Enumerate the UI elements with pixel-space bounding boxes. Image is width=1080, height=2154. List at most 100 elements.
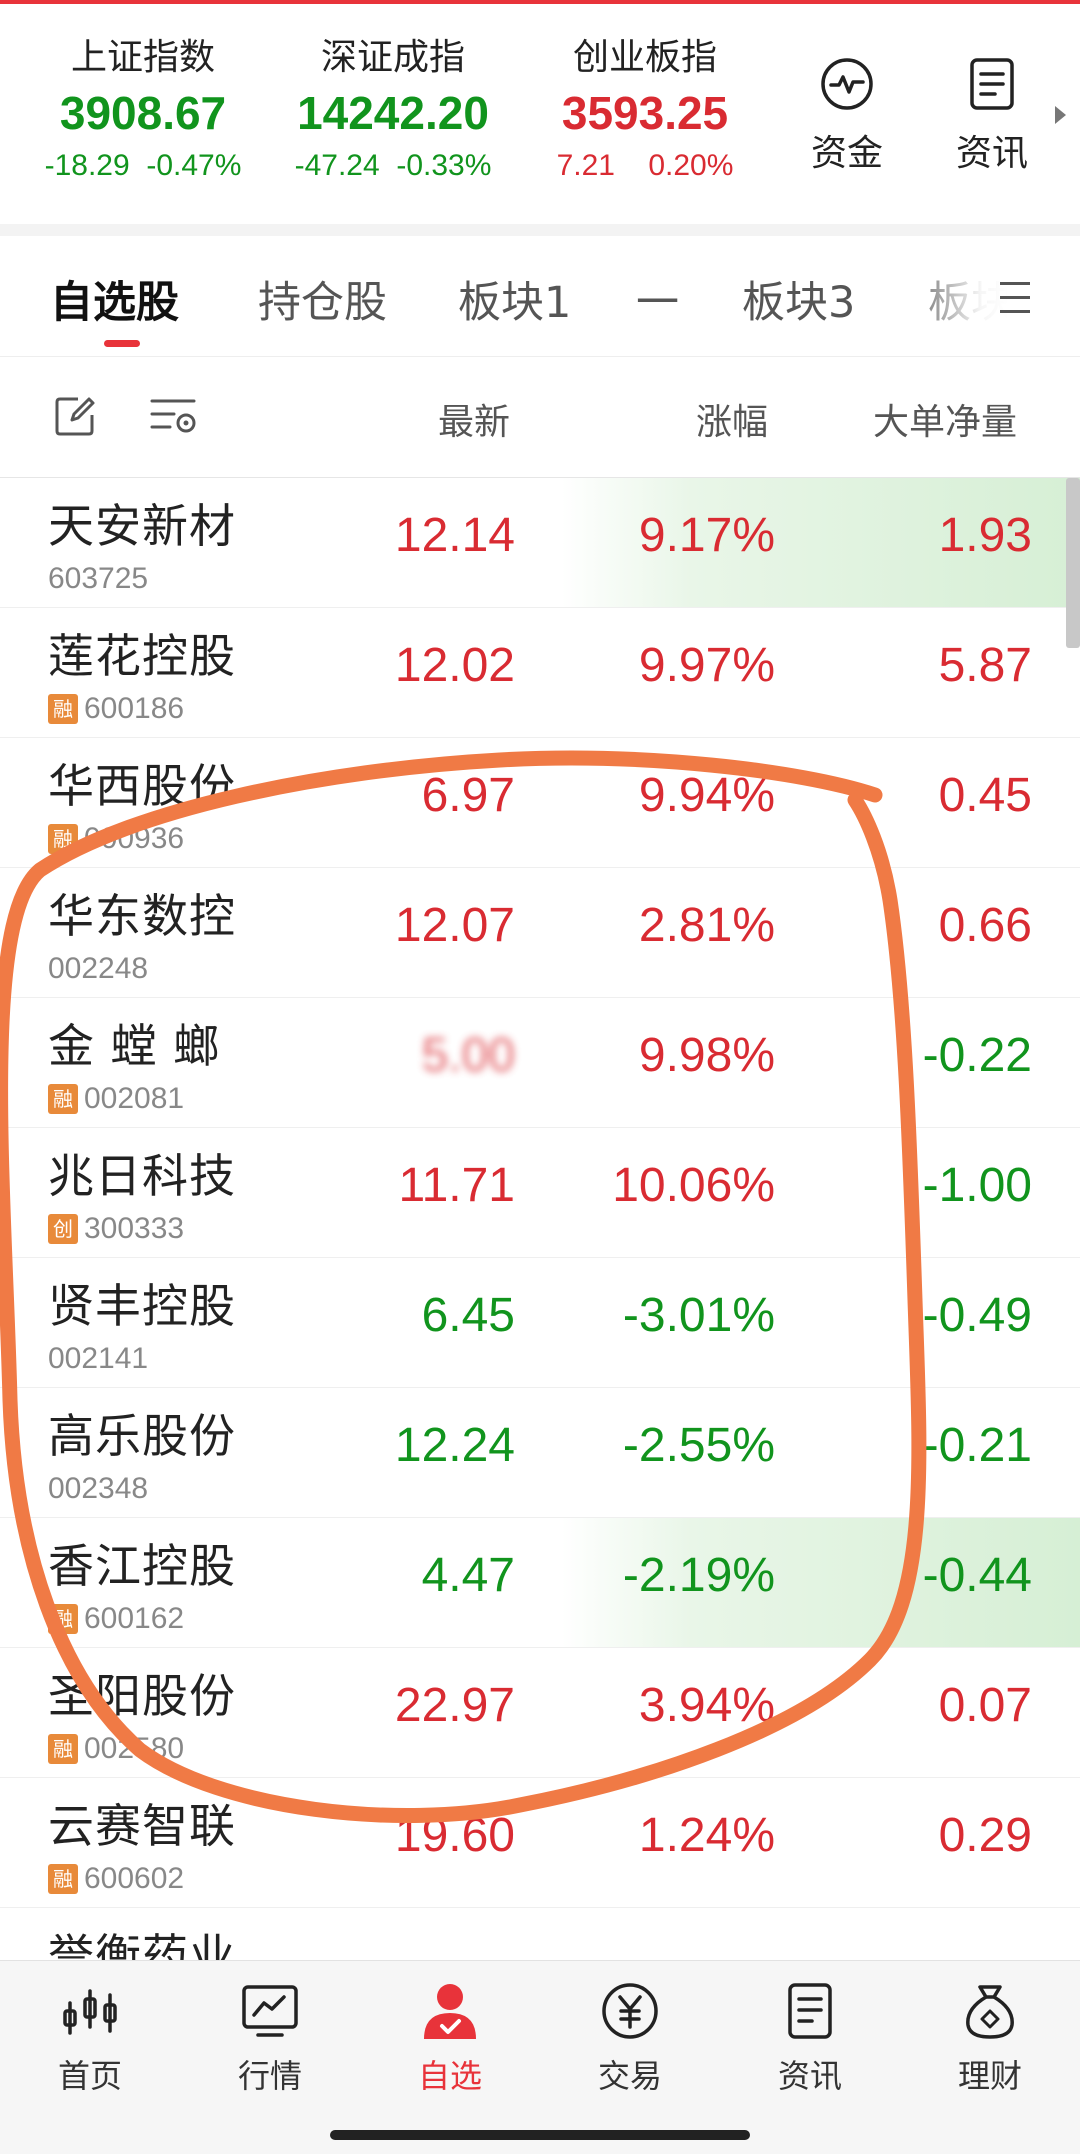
stock-latest-price: 6.97 [421,769,515,822]
news-label: 资讯 [955,133,1028,174]
candlestick-icon [63,1989,117,2035]
index-shenzhen[interactable]: 深证成指 14242.20 -47.24 -0.33% [268,34,518,188]
stock-change-percent: -3.01% [622,1289,775,1342]
stock-net-volume: 1.93 [938,509,1032,562]
stock-row[interactable]: 高乐股份 002348 12.24 -2.55% -0.21 [0,1388,1080,1518]
nav-home[interactable]: 首页 [20,1979,160,2097]
stock-name: 香江控股 [48,1539,236,1593]
margin-tag: 融 [48,1084,78,1114]
index-shanghai[interactable]: 上证指数 3908.67 -18.29 -0.47% [18,34,268,188]
index-price: 3908.67 [59,87,227,139]
nav-label: 行情 [237,2057,302,2095]
stock-change-percent: -2.55% [622,1419,775,1472]
stock-change-percent: 2.81% [638,899,775,952]
funds-button[interactable]: 资金 [792,54,902,176]
nav-label: 首页 [57,2057,122,2095]
bottom-nav: 首页 行情 自选 交易 资讯 理财 [0,1960,1080,2154]
stock-latest-price: 12.14 [394,509,515,562]
stock-name: 贤丰控股 [48,1279,236,1333]
stock-code: 002141 [48,1342,149,1375]
stock-row[interactable]: 金 螳 螂 融 002081 5.00 9.98% -0.22 [0,998,1080,1128]
stock-name: 高乐股份 [48,1409,236,1463]
stock-net-volume: 5.87 [938,639,1032,692]
nav-wealth[interactable]: 理财 [920,1979,1060,2097]
filter-settings-icon[interactable] [148,393,200,439]
stock-net-volume: 0.45 [938,769,1032,822]
stock-change-percent: 1.24% [638,1809,775,1862]
nav-label: 自选 [417,2057,482,2095]
stock-code: 600162 [84,1602,185,1635]
index-name: 上证指数 [70,37,215,78]
tab-sector-1[interactable]: 板块1 [458,268,571,330]
stock-list: 天安新材 603725 12.14 9.17% 1.93 莲花控股 融 60018… [0,478,1080,1960]
stock-net-volume: -0.22 [922,1029,1032,1082]
index-change: -47.24 -0.33% [294,149,492,182]
tab-watchlist[interactable]: 自选股 [50,268,179,330]
stock-change-percent: 9.97% [638,639,775,692]
tab-sector-3[interactable]: 板块3 [742,268,855,330]
stock-net-volume: 0.66 [938,899,1032,952]
stock-name: 华西股份 [48,759,236,813]
index-chinext[interactable]: 创业板指 3593.25 7.21 0.20% [520,34,770,188]
stock-net-volume: -0.44 [922,1549,1032,1602]
stock-change-percent: -2.19% [622,1549,775,1602]
nav-trade[interactable]: 交易 [560,1979,700,2097]
index-price: 3593.25 [561,87,729,139]
news-button[interactable]: 资讯 [937,54,1047,176]
column-header: 最新 涨幅 大单净量 [0,357,1080,477]
menu-icon[interactable] [1000,282,1030,324]
watchlist-tabs: 自选股 持仓股 板块1 一 板块3 板块 [0,236,1080,356]
index-change: -18.29 -0.47% [44,149,242,182]
stock-row[interactable]: 兆日科技 创 300333 11.71 10.06% -1.00 [0,1128,1080,1258]
stock-net-volume: -0.49 [922,1289,1032,1342]
stock-row[interactable]: 圣阳股份 融 002580 22.97 3.94% 0.07 [0,1648,1080,1778]
stock-name: 云赛智联 [48,1799,236,1853]
stock-latest-price: 12.02 [394,639,515,692]
tab-holdings[interactable]: 持仓股 [258,268,387,330]
chevron-right-icon[interactable] [1055,106,1066,124]
stock-net-volume: 0.07 [938,1679,1032,1732]
scrollbar[interactable] [1066,478,1080,648]
chart-icon [242,1985,298,2037]
stock-row[interactable]: 云赛智联 融 600602 19.60 1.24% 0.29 [0,1778,1080,1908]
nav-watchlist[interactable]: 自选 [380,1979,520,2097]
stock-net-volume: 0.29 [938,1809,1032,1862]
nav-market[interactable]: 行情 [200,1979,340,2097]
stock-row[interactable]: 华西股份 融 000936 6.97 9.94% 0.45 [0,738,1080,868]
column-change[interactable]: 涨幅 [696,393,768,445]
stock-name: 誉衡药业 [48,1929,236,1960]
stock-latest-price: 12.24 [394,1419,515,1472]
stock-name: 莲花控股 [48,629,236,683]
nav-label: 交易 [597,2057,662,2095]
stock-name: 兆日科技 [48,1149,236,1203]
section-divider [0,224,1080,236]
stock-row[interactable]: 誉衡药业 [0,1908,1080,1960]
edit-icon[interactable] [52,393,98,439]
margin-tag: 融 [48,824,78,854]
stock-row[interactable]: 天安新材 603725 12.14 9.17% 1.93 [0,478,1080,608]
market-index-bar: 上证指数 3908.67 -18.29 -0.47% 深证成指 14242.20… [0,4,1080,224]
funds-label: 资金 [810,133,883,174]
column-latest[interactable]: 最新 [438,393,510,445]
chinext-tag: 创 [48,1214,78,1244]
stock-code: 600602 [84,1862,185,1895]
home-indicator[interactable] [330,2130,750,2140]
index-price: 14242.20 [297,87,489,139]
nav-news[interactable]: 资讯 [740,1979,880,2097]
stock-row[interactable]: 香江控股 融 600162 4.47 -2.19% -0.44 [0,1518,1080,1648]
stock-row[interactable]: 贤丰控股 002141 6.45 -3.01% -0.49 [0,1258,1080,1388]
stock-row[interactable]: 莲花控股 融 600186 12.02 9.97% 5.87 [0,608,1080,738]
stock-latest-price: 11.71 [398,1159,515,1212]
stock-name: 金 螳 螂 [48,1019,221,1073]
stock-latest-price: 6.45 [421,1289,515,1342]
stock-change-percent: 9.94% [638,769,775,822]
stock-name: 华东数控 [48,889,236,943]
tab-sector-one[interactable]: 一 [636,268,679,330]
stock-latest-price: 12.07 [394,899,515,952]
column-net-volume[interactable]: 大单净量 [873,393,1017,445]
index-change: 7.21 0.20% [556,149,734,182]
stock-latest-price: 22.97 [394,1679,515,1732]
stock-row[interactable]: 华东数控 002248 12.07 2.81% 0.66 [0,868,1080,998]
stock-net-volume: -0.21 [922,1419,1032,1472]
stock-code: 603725 [48,562,149,595]
